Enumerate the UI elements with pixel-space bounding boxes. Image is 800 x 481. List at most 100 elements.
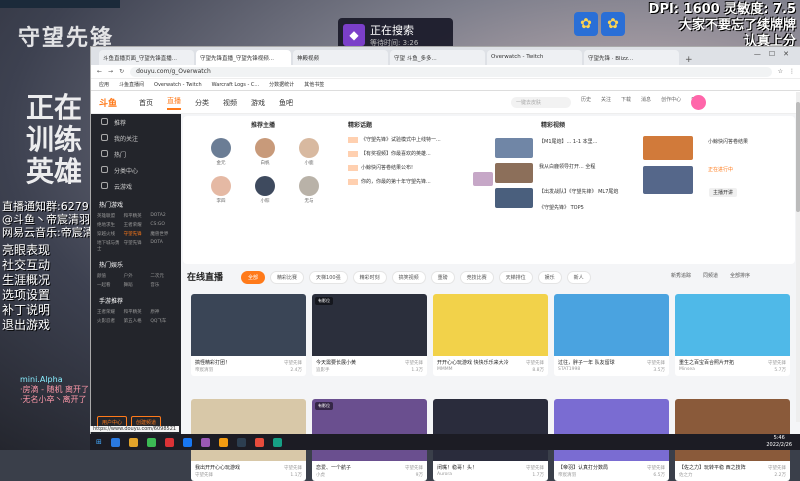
sidebar-game[interactable]: 穿越火线 — [97, 231, 122, 237]
sidebar-game[interactable]: 英雄联盟 — [97, 213, 122, 219]
category-label[interactable]: 守望先锋 — [526, 465, 544, 471]
sidebar-game[interactable]: 守望先锋 — [124, 240, 149, 252]
filter-chip[interactable]: 重磅 — [430, 271, 455, 284]
video-title[interactable]: 【出发战队】《守望先锋》 ML7尾炮 — [539, 188, 618, 195]
anchor-avatar[interactable] — [255, 138, 275, 158]
live-thumbnail[interactable] — [433, 294, 548, 356]
video-thumbnail[interactable] — [495, 163, 533, 183]
video-thumbnail[interactable] — [495, 138, 533, 158]
avatar[interactable] — [691, 95, 706, 110]
app-icon[interactable] — [182, 437, 192, 447]
browser-tab[interactable]: 神殿视频 — [293, 50, 388, 65]
nav-home[interactable]: 首页 — [139, 98, 153, 108]
streamer-name[interactable]: Minsea — [679, 367, 695, 373]
bookmark-item[interactable]: Overwatch - Twitch — [154, 82, 202, 88]
video-title[interactable]: 《守望先锋》 TOP5 — [539, 204, 584, 211]
live-card[interactable]: 开开心心玩游戏 快快乐乐来大冷 MMMM 8.8万 守望先锋 — [433, 294, 548, 376]
event-sub[interactable]: 主播开讲 — [709, 188, 738, 197]
app-icon[interactable] — [272, 437, 282, 447]
topic-item[interactable]: 《守望先锋》试验模式中上线特一... — [348, 136, 441, 143]
topic-item[interactable]: 你的，你最的第十年守望先锋... — [348, 178, 431, 185]
sidebar-game[interactable]: 绝地求生 — [97, 222, 122, 228]
sidebar-item-hot[interactable]: 热门 — [91, 146, 181, 162]
live-thumbnail[interactable] — [191, 294, 306, 356]
app-icon[interactable] — [218, 437, 228, 447]
back-icon[interactable]: ← — [97, 68, 102, 75]
app-icon[interactable] — [200, 437, 210, 447]
sidebar-item-follow[interactable]: 我的关注 — [91, 130, 181, 146]
messages-button[interactable]: 消息 — [641, 96, 651, 103]
live-thumbnail[interactable] — [554, 399, 669, 461]
category-label[interactable]: 守望先锋 — [284, 360, 302, 366]
reload-icon[interactable]: ↻ — [119, 68, 124, 75]
filter-chip[interactable]: 搞笑视频 — [391, 271, 426, 284]
windows-start-icon[interactable]: ⊞ — [96, 438, 102, 446]
category-label[interactable]: 守望先锋 — [768, 360, 786, 366]
category-label[interactable]: 守望先锋 — [647, 465, 665, 471]
filter-chip[interactable]: 天梯100强 — [309, 271, 348, 284]
browser-tab-active[interactable]: 守望先锋直播_守望先锋视频... — [196, 50, 291, 65]
category-label[interactable]: 守望先锋 — [768, 465, 786, 471]
sidebar-game[interactable]: 音乐 — [150, 282, 175, 288]
sidebar-game[interactable]: 颜值 — [97, 273, 122, 279]
bookmark-item[interactable]: Warcraft Logs - C... — [212, 82, 260, 88]
topic-item[interactable]: 小鲸快闪答卷结果公布! — [348, 164, 413, 171]
sidebar-item-cloudgame[interactable]: 云游戏 — [91, 178, 181, 194]
topic-item[interactable]: 【有奖视频】你最喜欢的英雄... — [348, 150, 431, 157]
new-tab-icon[interactable]: + — [681, 55, 697, 65]
sidebar-game[interactable]: 王者荣耀 — [124, 222, 149, 228]
topic-thumbnail[interactable] — [473, 172, 493, 186]
window-controls[interactable]: —☐✕ — [754, 50, 797, 58]
sidebar-game[interactable]: 火影忍者 — [97, 318, 122, 324]
douyu-logo[interactable]: 斗鱼 — [99, 96, 117, 109]
forward-icon[interactable]: → — [108, 68, 113, 75]
view-option[interactable]: 新秀追踪 — [671, 272, 691, 279]
anchor-avatar[interactable] — [255, 176, 275, 196]
history-button[interactable]: 历史 — [581, 96, 591, 103]
category-label[interactable]: 守望先锋 — [405, 465, 423, 471]
filter-chip[interactable]: 精彩时刻 — [352, 271, 387, 284]
bookmark-item[interactable]: 分数据统计 — [269, 81, 294, 88]
filter-chip[interactable]: 精彩比赛 — [270, 271, 305, 284]
browser-tab[interactable]: 守望 斗鱼_多多... — [390, 50, 485, 65]
sidebar-game[interactable]: 二次元 — [150, 273, 175, 279]
live-thumbnail[interactable] — [433, 399, 548, 461]
filter-chip[interactable]: 娱乐 — [537, 271, 562, 284]
app-icon[interactable] — [236, 437, 246, 447]
sidebar-game[interactable]: DOTA2 — [150, 213, 175, 219]
streamer-name[interactable]: 帝宸清羽 — [195, 367, 213, 373]
menu-big-3[interactable]: 英雄 — [26, 156, 82, 188]
nav-fishbar[interactable]: 鱼吧 — [279, 98, 293, 108]
sidebar-game[interactable]: 户外 — [124, 273, 149, 279]
live-card[interactable]: 过往，胖子一年 队友留球 STAT1998 3.5万 守望先锋 — [554, 294, 669, 376]
live-thumbnail[interactable]: 有影位 — [312, 399, 427, 461]
app-icon[interactable] — [110, 437, 120, 447]
sidebar-game-active[interactable]: 守望先锋 — [124, 231, 149, 237]
live-thumbnail[interactable] — [554, 294, 669, 356]
browser-tab[interactable]: 守望先锋 · Blizz... — [584, 50, 679, 65]
sidebar-item-category[interactable]: 分类中心 — [91, 162, 181, 178]
bookmark-item[interactable]: 斗鱼直播间 — [119, 81, 144, 88]
browser-tab[interactable]: Overwatch - Twitch — [487, 50, 582, 65]
event-banner[interactable] — [643, 166, 693, 194]
video-title[interactable]: 我从白鹿领导打开... 全程 — [539, 163, 595, 170]
search-input[interactable]: 一键去皮肤 — [511, 97, 571, 108]
nav-game[interactable]: 游戏 — [251, 98, 265, 108]
streamer-name[interactable]: 小虎 — [316, 472, 325, 478]
sidebar-game[interactable]: 舞蹈 — [124, 282, 149, 288]
streamer-name[interactable]: STAT1998 — [558, 367, 580, 373]
sidebar-game[interactable]: 和平精英 — [124, 213, 149, 219]
sidebar-game[interactable]: 一起看 — [97, 282, 122, 288]
follow-button[interactable]: 关注 — [601, 96, 611, 103]
filter-chip[interactable]: 天梯排位 — [498, 271, 533, 284]
sidebar-game[interactable]: 王者荣耀 — [97, 309, 122, 315]
url-input[interactable]: douyu.com/g_Overwatch — [130, 66, 772, 77]
anchor-avatar[interactable] — [211, 138, 231, 158]
clock[interactable]: 5:46 2022/2/26 — [766, 435, 792, 449]
streamer-name[interactable]: 佐之力 — [679, 472, 693, 478]
anchor-avatar[interactable] — [299, 138, 319, 158]
menu-big-2[interactable]: 训练 — [26, 124, 82, 156]
sidebar-game[interactable]: CS:GO — [150, 222, 175, 228]
live-card[interactable]: 重生之百宝百合照片开拓 Minsea 5.7万 守望先锋 — [675, 294, 790, 376]
category-label[interactable]: 守望先锋 — [526, 360, 544, 366]
